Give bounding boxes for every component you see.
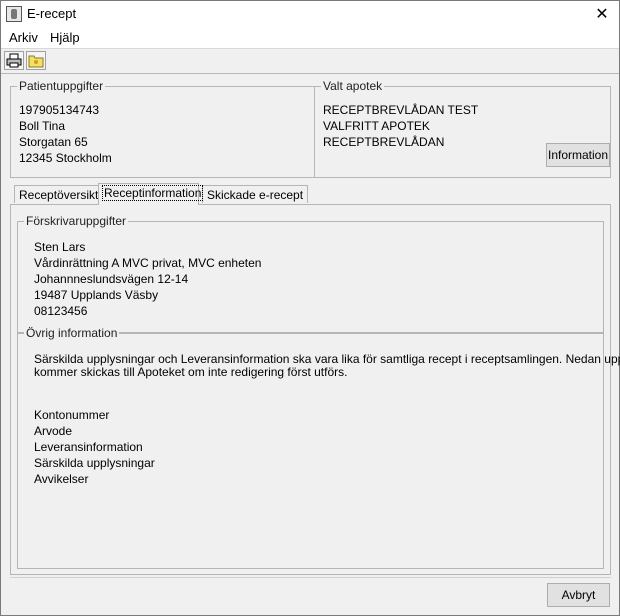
folder-icon [28,55,44,68]
menu-bar: Arkiv Hjälp [1,28,619,49]
tab-label: Receptöversikt [19,188,99,202]
close-icon[interactable]: ✕ [585,1,619,28]
prescriber-city: 19487 Upplands Väsby [34,288,159,302]
tab-receptinformation[interactable]: Receptinformation [98,183,204,205]
pharmacy-line3: RECEPTBREVLÅDAN [323,135,445,149]
app-window: E-recept ✕ Arkiv Hjälp Patientuppgifter … [0,0,620,616]
menu-arkiv[interactable]: Arkiv [9,30,38,45]
information-button[interactable]: Information [546,143,610,167]
field-avvikelser: Avvikelser [34,472,89,486]
window-title: E-recept [27,6,77,21]
other-info-note-line2: kommer skickas till Apoteket om inte red… [34,365,348,379]
footer-divider [10,577,611,578]
prescriber-unit: Vårdinrättning A MVC privat, MVC enheten [34,256,262,270]
field-arvode: Arvode [34,424,73,438]
prescriber-legend: Förskrivaruppgifter [24,214,129,228]
patient-id: 197905134743 [19,103,100,117]
prescriber-group: Förskrivaruppgifter Sten Lars Vårdinrätt… [17,214,604,333]
patient-legend: Patientuppgifter [17,79,106,93]
patient-city: 12345 Stockholm [19,151,112,165]
other-info-legend: Övrig information [24,326,120,340]
toolbar [1,49,619,74]
cancel-button[interactable]: Avbryt [547,583,610,607]
tab-skickade-e-recept[interactable]: Skickade e-recept [202,185,309,203]
other-info-group: Övrig information Särskilda upplysningar… [17,326,620,569]
field-leveransinformation: Leveransinformation [34,440,143,454]
title-bar: E-recept ✕ [1,1,619,28]
tab-panel-receptinformation: Förskrivaruppgifter Sten Lars Vårdinrätt… [10,204,620,575]
prescriber-name: Sten Lars [34,240,86,254]
pharmacy-legend: Valt apotek [321,79,385,93]
prescriber-phone: 08123456 [34,304,88,318]
field-sarskilda-upplysningar: Särskilda upplysningar [34,456,155,470]
app-icon [6,6,22,22]
print-button[interactable] [4,51,24,70]
pharmacy-group: Valt apotek RECEPTBREVLÅDAN TEST VALFRIT… [314,79,611,178]
tab-label: Skickade e-recept [207,188,304,202]
pharmacy-line1: RECEPTBREVLÅDAN TEST [323,103,479,117]
patient-group: Patientuppgifter 197905134743 Boll Tina … [10,79,315,178]
printer-icon [6,53,22,68]
patient-name: Boll Tina [19,119,66,133]
pharmacy-line2: VALFRITT APOTEK [323,119,430,133]
tab-label: Receptinformation [101,185,204,201]
menu-hjalp[interactable]: Hjälp [50,30,80,45]
field-kontonummer: Kontonummer [34,408,110,422]
patient-street: Storgatan 65 [19,135,88,149]
open-folder-button[interactable] [26,51,46,70]
other-info-note-line1: Särskilda upplysningar och Leveransinfor… [34,352,620,366]
tab-receptoversikt[interactable]: Receptöversikt [14,185,104,203]
prescriber-street: Johannneslundsvägen 12-14 [34,272,189,286]
